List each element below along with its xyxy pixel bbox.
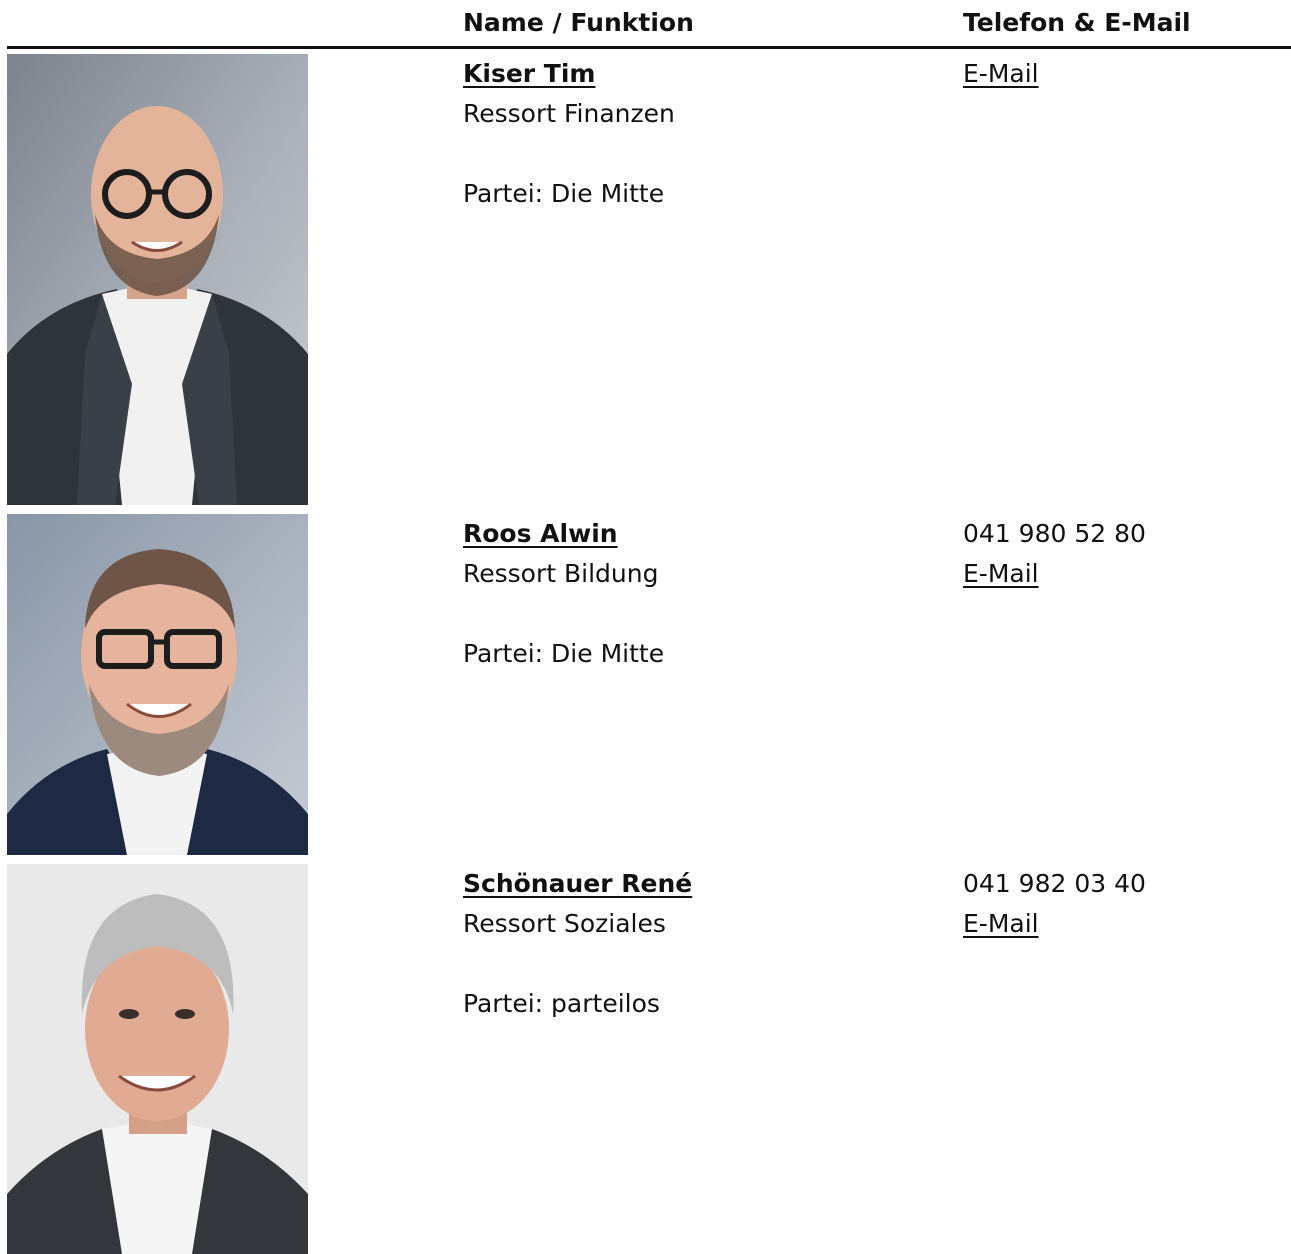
- table-row: Kiser Tim Ressort Finanzen Partei: Die M…: [0, 54, 1291, 506]
- table-row: Roos Alwin Ressort Bildung Partei: Die M…: [0, 514, 1291, 856]
- person-name-link[interactable]: Roos Alwin: [463, 519, 618, 548]
- email-link[interactable]: E-Mail: [963, 559, 1039, 588]
- person-party: Partei: parteilos: [463, 989, 660, 1018]
- phone-email-column-header: Telefon & E-Mail: [963, 8, 1191, 37]
- person-party: Partei: Die Mitte: [463, 639, 665, 668]
- table-row: Schönauer René Ressort Soziales Partei: …: [0, 864, 1291, 1254]
- phone-number: 041 980 52 80: [963, 519, 1146, 548]
- email-link[interactable]: E-Mail: [963, 909, 1039, 938]
- email-link[interactable]: E-Mail: [963, 59, 1039, 88]
- table-header: Name / Funktion Telefon & E-Mail: [0, 0, 1291, 50]
- person-role: Ressort Finanzen: [463, 99, 675, 128]
- phone-number: 041 982 03 40: [963, 869, 1146, 898]
- contact-cell: 041 982 03 40 E-Mail: [963, 864, 1283, 944]
- person-name-link[interactable]: Schönauer René: [463, 869, 692, 898]
- portrait-photo: [7, 514, 308, 855]
- name-function-cell: Schönauer René Ressort Soziales Partei: …: [463, 864, 943, 1024]
- contact-cell: E-Mail: [963, 54, 1283, 94]
- person-name-link[interactable]: Kiser Tim: [463, 59, 595, 88]
- portrait-photo: [7, 864, 308, 1254]
- contact-cell: 041 980 52 80 E-Mail: [963, 514, 1283, 594]
- person-party: Partei: Die Mitte: [463, 179, 665, 208]
- person-role: Ressort Bildung: [463, 559, 659, 588]
- name-function-cell: Roos Alwin Ressort Bildung Partei: Die M…: [463, 514, 943, 674]
- name-function-cell: Kiser Tim Ressort Finanzen Partei: Die M…: [463, 54, 943, 214]
- portrait-photo: [7, 54, 308, 505]
- name-function-column-header: Name / Funktion: [463, 8, 694, 37]
- header-divider: [7, 46, 1291, 49]
- person-role: Ressort Soziales: [463, 909, 666, 938]
